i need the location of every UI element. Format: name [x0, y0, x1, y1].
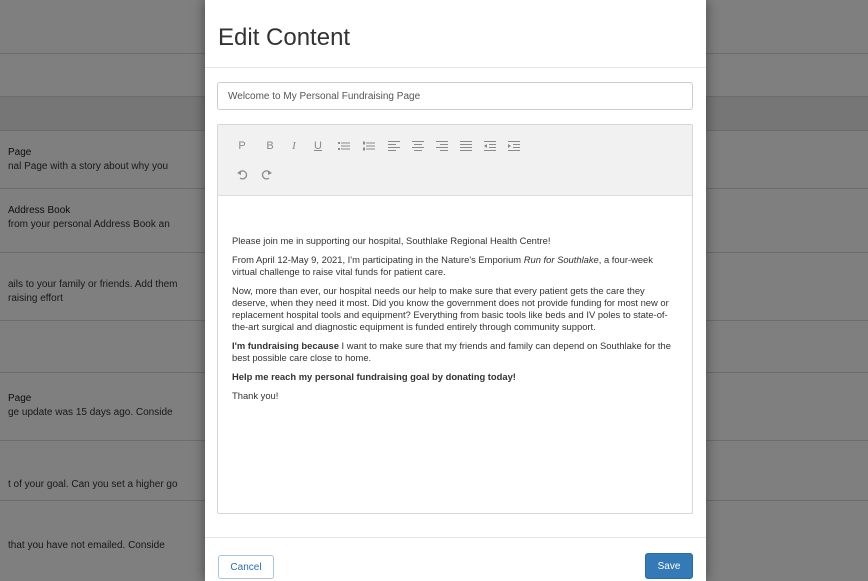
bold-icon: B — [266, 140, 274, 152]
align-left-button[interactable] — [384, 137, 404, 155]
italic-button[interactable]: I — [284, 137, 304, 155]
outdent-icon — [484, 141, 496, 151]
numbered-list-button[interactable] — [359, 137, 379, 155]
content-paragraph: Please join me in supporting our hospita… — [232, 235, 551, 246]
bold-button[interactable]: B — [260, 137, 280, 155]
bulleted-list-icon — [338, 142, 350, 150]
align-justify-button[interactable] — [456, 137, 476, 155]
editor-content[interactable]: Please join me in supporting our hospita… — [232, 235, 680, 409]
align-right-icon — [436, 141, 448, 151]
align-center-button[interactable] — [408, 137, 428, 155]
modal-header: Edit Content — [205, 0, 706, 68]
undo-icon — [236, 169, 247, 180]
redo-button[interactable] — [256, 165, 276, 183]
content-paragraph: Thank you! — [232, 390, 279, 401]
editor-toolbar: P B I U — [218, 125, 692, 196]
content-paragraph: From April 12-May 9, 2021, I'm participa… — [232, 254, 653, 277]
modal-footer: Cancel Save — [205, 537, 706, 581]
indent-button[interactable] — [504, 137, 524, 155]
save-button[interactable]: Save — [645, 553, 693, 579]
content-paragraph: Help me reach my personal fundraising go… — [232, 371, 516, 382]
redo-icon — [261, 169, 272, 180]
underline-icon: U — [314, 140, 322, 152]
italic-icon: I — [292, 140, 296, 152]
indent-icon — [508, 141, 520, 151]
paragraph-icon: P — [238, 140, 246, 152]
cancel-button[interactable]: Cancel — [218, 555, 274, 579]
align-justify-icon — [460, 141, 472, 151]
paragraph-button[interactable]: P — [232, 137, 252, 155]
edit-content-modal: Edit Content P B I U — [205, 0, 706, 581]
align-left-icon — [388, 141, 400, 151]
rich-text-editor: P B I U Please join me in supporting our… — [217, 124, 693, 514]
content-paragraph: I'm fundraising because I want to make s… — [232, 340, 671, 363]
page-title-input[interactable] — [217, 82, 693, 110]
outdent-button[interactable] — [480, 137, 500, 155]
bulleted-list-button[interactable] — [334, 137, 354, 155]
underline-button[interactable]: U — [308, 137, 328, 155]
content-paragraph: Now, more than ever, our hospital needs … — [232, 285, 669, 332]
numbered-list-icon — [363, 141, 375, 151]
align-right-button[interactable] — [432, 137, 452, 155]
undo-button[interactable] — [232, 165, 252, 183]
align-center-icon — [412, 141, 424, 151]
modal-title: Edit Content — [218, 24, 351, 51]
